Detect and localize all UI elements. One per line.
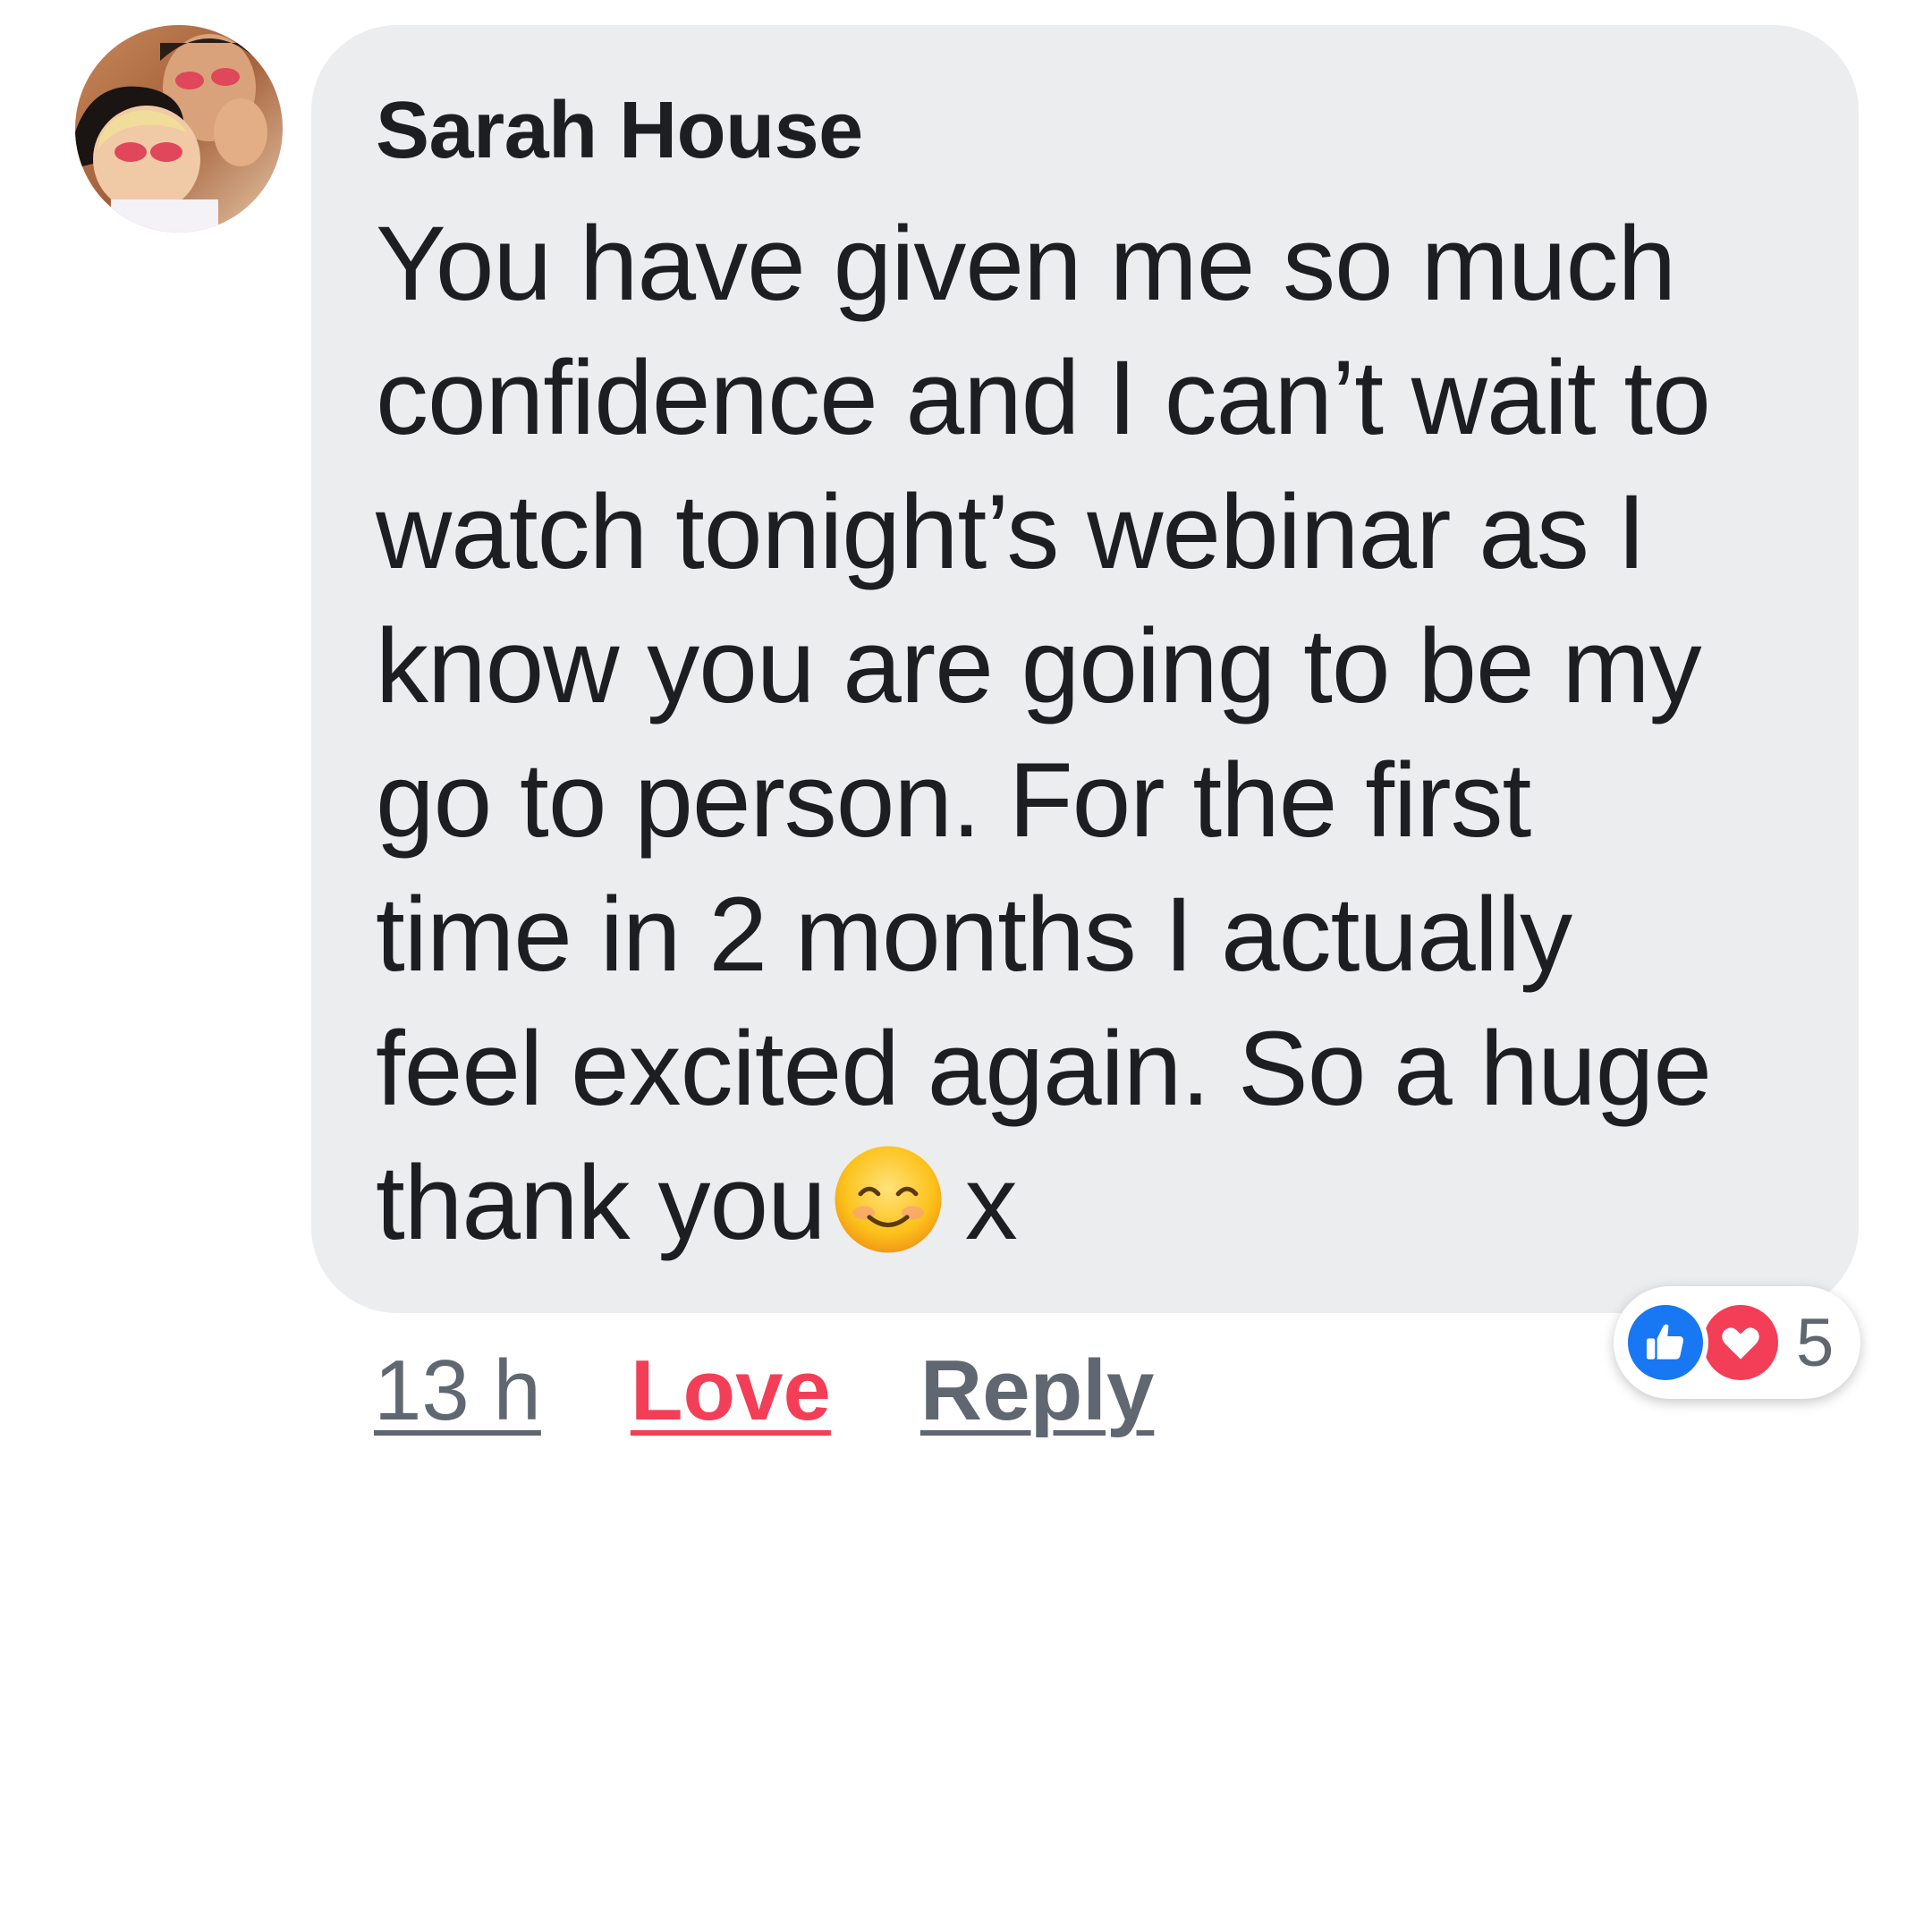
comment-text: You have given me so much confidence and… bbox=[376, 197, 1796, 1270]
comment-author[interactable]: Sarah House bbox=[376, 77, 1796, 184]
comment-sign-off: x bbox=[964, 1144, 1018, 1262]
comment-body: You have given me so much confidence and… bbox=[376, 205, 1712, 1262]
reaction-summary[interactable]: 5 bbox=[1614, 1286, 1860, 1399]
love-icon bbox=[1698, 1300, 1784, 1385]
reaction-count: 5 bbox=[1796, 1304, 1835, 1381]
like-icon bbox=[1623, 1300, 1708, 1385]
timestamp-link[interactable]: 13 h bbox=[374, 1342, 541, 1440]
love-button[interactable]: Love bbox=[631, 1342, 831, 1440]
avatar[interactable] bbox=[75, 25, 283, 233]
comment-bubble: Sarah House You have given me so much co… bbox=[311, 25, 1859, 1313]
reply-button[interactable]: Reply bbox=[920, 1342, 1154, 1440]
comment-actions: 13 h Love Reply bbox=[374, 1333, 1154, 1449]
smiling-face-emoji-icon bbox=[833, 1144, 944, 1255]
